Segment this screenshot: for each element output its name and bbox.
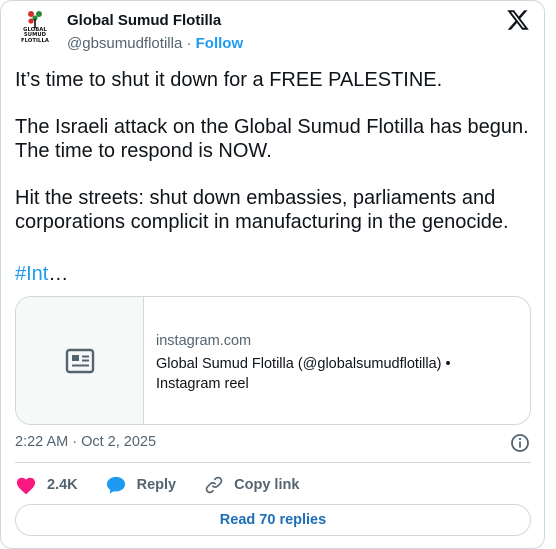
handle-separator: ·	[186, 35, 192, 52]
divider	[15, 462, 531, 463]
copy-link-button[interactable]: Copy link	[204, 475, 299, 495]
read-replies-button[interactable]: Read 70 replies	[15, 504, 531, 536]
tweet-text: It’s time to shut it down for a FREE PAL…	[15, 68, 535, 257]
embedded-tweet-card: GLOBAL SUMUD FLOTILLA Global Sumud Floti…	[0, 0, 545, 549]
link-title-line-1: Global Sumud Flotilla (@globalsumudfloti…	[156, 356, 451, 372]
author-name[interactable]: Global Sumud Flotilla	[67, 12, 221, 29]
tweet-line: The time to respond is NOW.	[15, 140, 272, 162]
tweet-paragraph-2: The Israeli attack on the Global Sumud F…	[15, 115, 535, 163]
reply-button[interactable]: Reply	[105, 475, 177, 495]
hashtag-link[interactable]: #Int	[15, 263, 48, 285]
reply-bubble-icon	[106, 476, 125, 494]
tweet-line: The Israeli attack on the Global Sumud F…	[15, 116, 529, 138]
link-title-line-2: Instagram reel	[156, 376, 249, 392]
tweet-line: It’s time to shut it down for a FREE PAL…	[15, 69, 443, 91]
x-logo-icon[interactable]	[506, 8, 530, 32]
action-bar: 2.4K Reply Copy link	[15, 473, 299, 497]
avatar-logo-line-3: FLOTILLA	[21, 37, 49, 44]
follow-button[interactable]: Follow	[196, 35, 244, 52]
heart-icon	[16, 477, 36, 495]
avatar-logo-text: GLOBAL SUMUD FLOTILLA	[21, 27, 49, 45]
info-icon[interactable]	[510, 433, 530, 453]
author-handle[interactable]: @gbsumudflotilla	[67, 35, 182, 52]
like-button[interactable]: 2.4K	[15, 475, 78, 495]
link-icon	[205, 476, 223, 494]
tweet-paragraph-1: It’s time to shut it down for a FREE PAL…	[15, 68, 535, 92]
link-preview-thumbnail	[16, 297, 144, 424]
link-preview-meta: instagram.com Global Sumud Flotilla (@gl…	[156, 331, 516, 394]
tweet-line: Hit the streets: shut down embassies, pa…	[15, 187, 496, 209]
avatar-logo-mark	[23, 10, 47, 28]
flotilla-logo-icon	[28, 10, 42, 28]
hashtag-line: #Int…	[15, 262, 68, 286]
link-preview-card[interactable]: instagram.com Global Sumud Flotilla (@gl…	[15, 296, 531, 425]
author-handle-row: @gbsumudflotilla · Follow	[67, 35, 243, 52]
copy-link-label: Copy link	[234, 477, 300, 493]
article-icon	[65, 348, 94, 373]
tweet-paragraph-3: Hit the streets: shut down embassies, pa…	[15, 186, 535, 234]
link-title: Global Sumud Flotilla (@globalsumudfloti…	[156, 354, 516, 394]
tweet-line: corporations complicit in manufacturing …	[15, 211, 509, 233]
link-domain: instagram.com	[156, 333, 252, 349]
tweet-timestamp[interactable]: 2:22 AM · Oct 2, 2025	[15, 434, 156, 450]
truncation-ellipsis: …	[48, 263, 69, 285]
reply-label: Reply	[136, 477, 177, 493]
avatar[interactable]: GLOBAL SUMUD FLOTILLA	[15, 7, 55, 47]
like-count: 2.4K	[47, 477, 78, 493]
